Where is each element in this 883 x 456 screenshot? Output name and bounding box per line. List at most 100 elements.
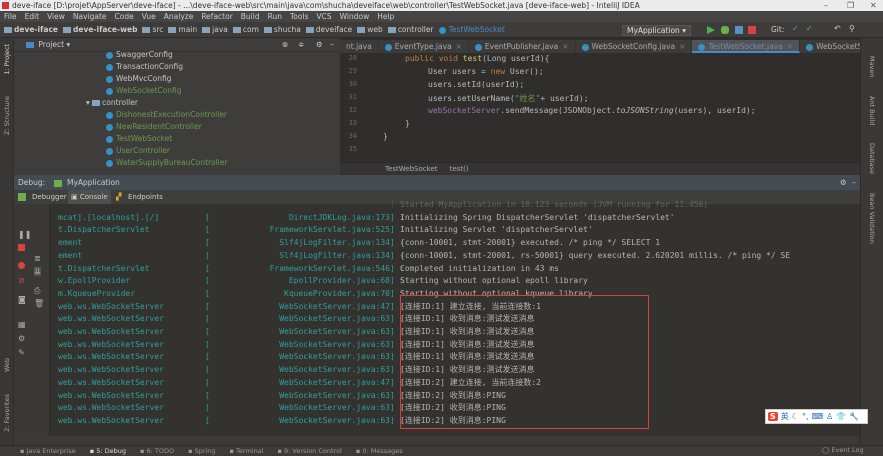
mute-breakpoints-icon[interactable]: ⊘ bbox=[18, 276, 25, 285]
soft-wrap-icon[interactable]: ≣ bbox=[34, 254, 41, 263]
run-configuration-select[interactable]: MyApplication ▾ bbox=[622, 25, 691, 36]
pin-icon[interactable]: ✎ bbox=[18, 348, 25, 357]
source-location[interactable]: Slf4jLogFilter.java:134 bbox=[50, 237, 390, 249]
source-location[interactable]: WebSocketServer.java:47 bbox=[50, 301, 390, 313]
search-icon[interactable]: ⚲ bbox=[849, 24, 855, 33]
skin-icon[interactable]: 👕 bbox=[836, 412, 846, 421]
console-line[interactable]: mcat].[localhost].[/][DirectJDKLog.java:… bbox=[50, 212, 675, 224]
console-line[interactable]: w.EpollProvider[EpollProvider.java:68 ] … bbox=[50, 275, 588, 287]
menu-vue[interactable]: Vue bbox=[142, 11, 156, 22]
maximize-button[interactable]: ❐ bbox=[847, 0, 854, 11]
source-location[interactable]: WebSocketServer.java:63 bbox=[50, 326, 390, 338]
nav-crumb[interactable]: web bbox=[357, 25, 383, 34]
crumb-method[interactable]: test() bbox=[450, 165, 469, 173]
source-location[interactable]: FrameworkServlet.java:546 bbox=[50, 263, 390, 275]
source-location[interactable]: WebSocketServer.java:63 bbox=[50, 351, 390, 363]
hide-icon[interactable]: – bbox=[330, 38, 334, 52]
collapse-icon[interactable]: ⊗ bbox=[282, 38, 288, 52]
tool-window--version-control[interactable]: ▪ 9: Version Control bbox=[278, 446, 342, 455]
scroll-from-source-icon[interactable]: ≑ bbox=[298, 38, 304, 52]
menu-analyze[interactable]: Analyze bbox=[164, 11, 194, 22]
coverage-icon[interactable] bbox=[735, 26, 743, 34]
punctuation-icon[interactable]: °, bbox=[802, 412, 809, 421]
wrench-icon[interactable]: 🔧 bbox=[849, 412, 859, 421]
menu-help[interactable]: Help bbox=[377, 11, 394, 22]
console-line[interactable]: web.ws.WebSocketServer[WebSocketServer.j… bbox=[50, 390, 506, 402]
stop-icon[interactable] bbox=[18, 244, 25, 251]
nav-crumb[interactable]: main bbox=[168, 25, 197, 34]
source-location[interactable]: WebSocketServer.java:63 bbox=[50, 390, 390, 402]
clear-icon[interactable]: 🗑 bbox=[34, 299, 44, 308]
tree-item[interactable]: WebSocketConfig bbox=[106, 86, 182, 95]
project-view-select[interactable]: Project ▾ bbox=[38, 40, 70, 49]
tree-item[interactable]: WaterSupplyBureauController bbox=[106, 158, 227, 167]
code-line[interactable]: } bbox=[405, 119, 410, 128]
close-tab-icon[interactable]: × bbox=[679, 42, 685, 51]
moon-icon[interactable]: ☾ bbox=[792, 412, 799, 421]
console-line[interactable]: web.ws.WebSocketServer[WebSocketServer.j… bbox=[50, 351, 535, 363]
menu-view[interactable]: View bbox=[47, 11, 65, 22]
source-location[interactable]: KqueueProvider.java:70 bbox=[50, 288, 390, 300]
source-location[interactable]: WebSocketServer.java:47 bbox=[50, 377, 390, 389]
menu-code[interactable]: Code bbox=[115, 11, 134, 22]
nav-crumb[interactable]: deveiface bbox=[305, 25, 352, 34]
nav-crumb[interactable]: java bbox=[202, 25, 228, 34]
console-line[interactable]: web.ws.WebSocketServer[WebSocketServer.j… bbox=[50, 377, 541, 389]
undo-icon[interactable]: ↶ bbox=[834, 24, 841, 33]
code-line[interactable]: User users = new User(); bbox=[428, 67, 544, 76]
scroll-to-end-icon[interactable]: ⇊ bbox=[34, 267, 41, 276]
tree-item[interactable]: SwaggerConfig bbox=[106, 50, 173, 59]
gear-icon[interactable]: ⚙ bbox=[316, 38, 323, 52]
close-tab-icon[interactable]: × bbox=[562, 42, 568, 51]
menu-run[interactable]: Run bbox=[268, 11, 282, 22]
tree-item[interactable]: TransactionConfig bbox=[106, 62, 183, 71]
source-location[interactable]: WebSocketServer.java:63 bbox=[50, 339, 390, 351]
source-location[interactable]: WebSocketServer.java:63 bbox=[50, 402, 390, 414]
tool-window-terminal[interactable]: ▪ Terminal bbox=[230, 446, 264, 455]
source-location[interactable]: WebSocketServer.java:63 bbox=[50, 364, 390, 376]
console-line[interactable]: ement[Slf4jLogFilter.java:134 ] : {conn-1… bbox=[50, 250, 790, 262]
menu-edit[interactable]: Edit bbox=[25, 11, 40, 22]
ime-toolbar[interactable]: S 英 ☾ °, ⌨ ♙ 👕 🔧 bbox=[765, 409, 868, 424]
editor-tab[interactable]: TestWebSocket.java × bbox=[692, 40, 801, 53]
tree-item[interactable]: WebMvcConfig bbox=[106, 74, 171, 83]
console-line[interactable]: web.ws.WebSocketServer[WebSocketServer.j… bbox=[50, 364, 535, 376]
view-breakpoints-icon[interactable] bbox=[18, 262, 25, 269]
menu-navigate[interactable]: Navigate bbox=[73, 11, 107, 22]
editor-tab[interactable]: EventPublisher.java × bbox=[469, 40, 576, 53]
console-line[interactable]: web.ws.WebSocketServer[WebSocketServer.j… bbox=[50, 415, 506, 427]
tool-window-spring[interactable]: ▪ Spring bbox=[188, 446, 215, 455]
code-line[interactable]: } bbox=[383, 132, 388, 141]
ant-tool-tab[interactable]: Ant Build bbox=[868, 96, 876, 126]
source-location[interactable]: FrameworkServlet.java:525 bbox=[50, 224, 390, 236]
gear-icon[interactable]: ⚙ bbox=[840, 175, 847, 190]
debug-icon[interactable] bbox=[721, 26, 729, 34]
nav-crumb[interactable]: TestWebSocket bbox=[438, 25, 505, 34]
menu-refactor[interactable]: Refactor bbox=[201, 11, 232, 22]
console-line[interactable]: ] : Started MyApplication in 10.123 secon… bbox=[50, 199, 708, 211]
tree-item[interactable]: TestWebSocket bbox=[106, 134, 172, 143]
menu-tools[interactable]: Tools bbox=[290, 11, 308, 22]
user-icon[interactable]: ♙ bbox=[826, 412, 833, 421]
favorites-tool-tab[interactable]: 2: Favorites bbox=[3, 394, 11, 432]
editor-tab[interactable]: WebSocketConfig.java × bbox=[576, 40, 693, 53]
tree-item[interactable]: NewResidentController bbox=[106, 122, 202, 131]
menu-build[interactable]: Build bbox=[241, 11, 260, 22]
layout-icon[interactable]: ▦ bbox=[18, 320, 26, 329]
code-line[interactable]: users.setUserName("姓名"+ userId); bbox=[428, 93, 589, 104]
menu-file[interactable]: File bbox=[4, 11, 17, 22]
code-line[interactable]: public void test(Long userId){ bbox=[405, 54, 550, 63]
close-tab-icon[interactable]: × bbox=[456, 42, 462, 51]
source-location[interactable]: EpollProvider.java:68 bbox=[50, 275, 390, 287]
debug-config-tab[interactable]: MyApplication bbox=[67, 178, 120, 187]
tool-window--messages[interactable]: ▪ 0: Messages bbox=[356, 446, 403, 455]
web-tool-tab[interactable]: Web bbox=[3, 358, 11, 372]
tool-window-java-enterprise[interactable]: ▪ Java Enterprise bbox=[20, 446, 76, 455]
ime-mode[interactable]: 英 bbox=[781, 411, 789, 422]
structure-tool-tab[interactable]: Z: Structure bbox=[3, 96, 11, 135]
pause-icon[interactable]: ❚❚ bbox=[18, 230, 31, 239]
event-log-button[interactable]: ◯ Event Log bbox=[822, 445, 864, 455]
git-commit-icon[interactable]: ✓ bbox=[806, 24, 813, 33]
tool-window--debug[interactable]: ▪ 5: Debug bbox=[90, 446, 126, 455]
tree-item[interactable]: UserController bbox=[106, 146, 170, 155]
